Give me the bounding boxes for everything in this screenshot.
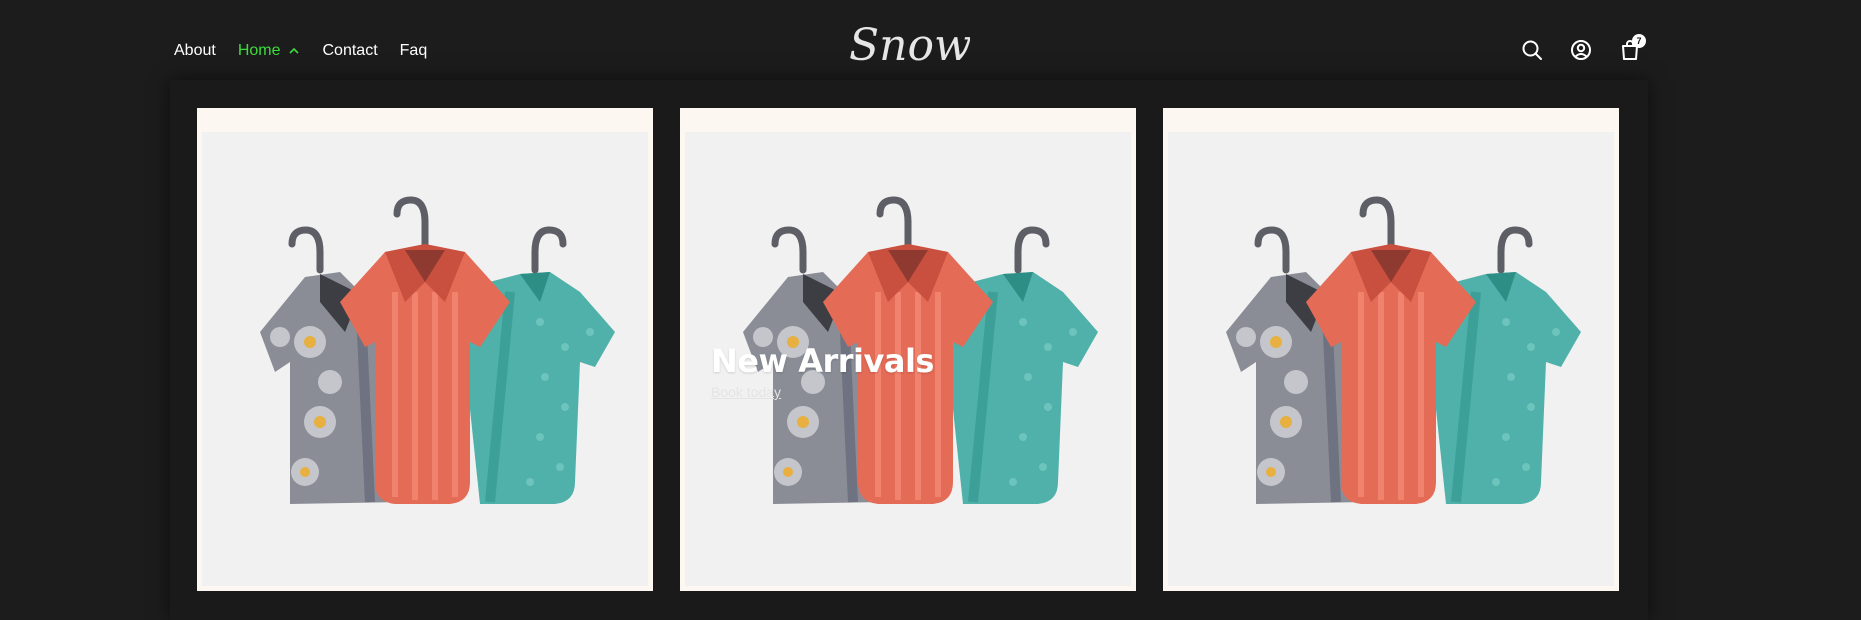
collection-card[interactable] (1163, 108, 1619, 591)
card-overlay: New Arrivals Book today (711, 342, 934, 402)
nav-faq-label: Faq (399, 42, 428, 59)
nav-contact[interactable]: Contact (323, 40, 378, 62)
nav-contact-label: Contact (322, 42, 378, 59)
cart-count-badge: 7 (1632, 34, 1646, 48)
chevron-up-icon (288, 47, 299, 54)
nav-home[interactable]: Home (238, 40, 301, 62)
card-image (202, 132, 648, 586)
main-navigation: About Home Contact Faq (174, 40, 449, 62)
search-icon[interactable] (1520, 38, 1544, 62)
logo-text: Snow (849, 20, 970, 71)
shirts-illustration (220, 182, 630, 512)
collection-card[interactable]: New Arrivals Book today (680, 108, 1136, 591)
book-today-link[interactable]: Book today (711, 384, 781, 400)
card-image: New Arrivals Book today (685, 132, 1131, 586)
account-icon[interactable] (1569, 38, 1593, 62)
site-logo[interactable]: Snow (845, 14, 970, 74)
shirts-illustration (1186, 182, 1596, 512)
card-image (1168, 132, 1614, 586)
header-actions: 7 (1520, 34, 1667, 62)
nav-about-label: About (174, 42, 216, 59)
nav-faq[interactable]: Faq (400, 40, 428, 62)
card-title: New Arrivals (711, 342, 934, 380)
cart-icon[interactable]: 7 (1618, 34, 1646, 62)
nav-about[interactable]: About (174, 40, 216, 62)
collection-card[interactable] (197, 108, 653, 591)
nav-home-label: Home (237, 42, 281, 59)
